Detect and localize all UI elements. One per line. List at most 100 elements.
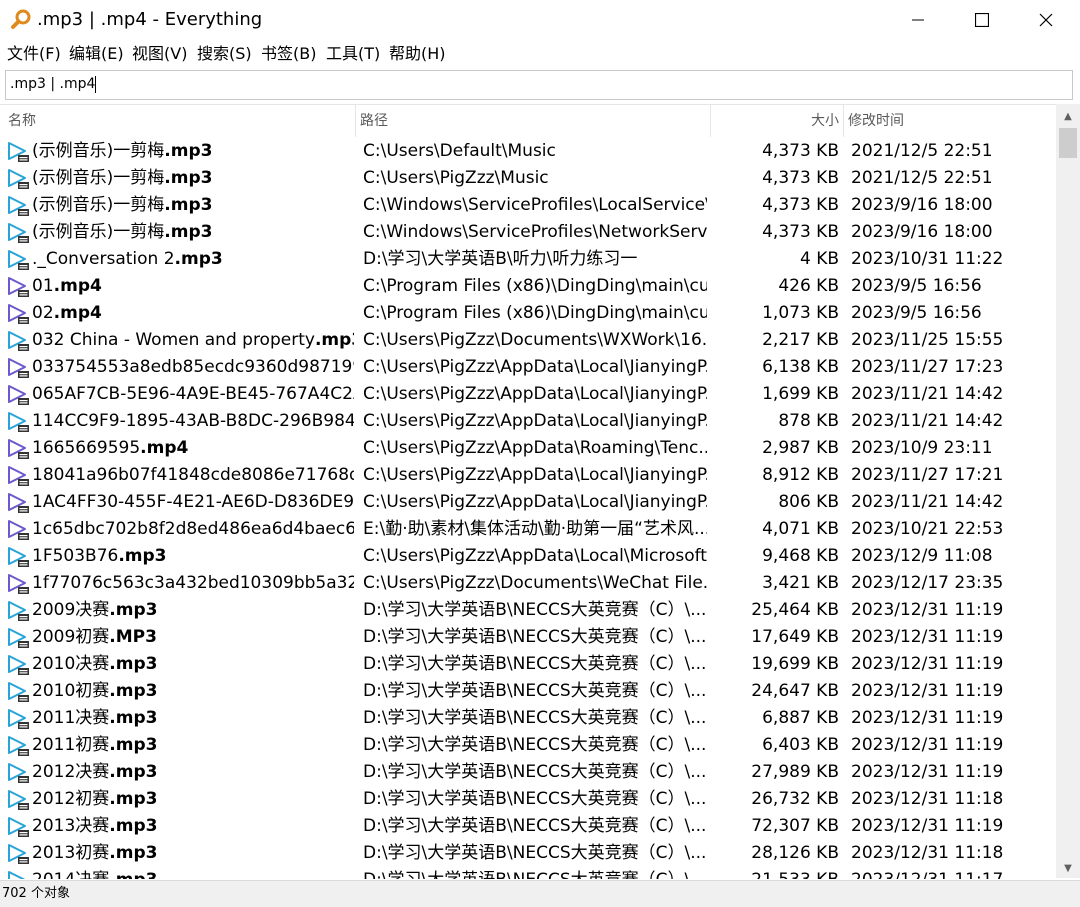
file-name-stem: 2012决赛: [32, 762, 110, 782]
file-extension: .MP3: [109, 627, 157, 647]
file-name-stem: 114CC9F9-1895-43AB-B8DC-296B984...: [32, 411, 354, 431]
table-row[interactable]: 2011初赛.mp3 D:\学习\大学英语B\NECCS大英竞赛（C）\... 6,…: [0, 732, 1056, 759]
table-row[interactable]: (示例音乐)一剪梅.mp3 C:\Users\Default\Music 4,373…: [0, 138, 1056, 165]
file-name: 2010决赛.mp3: [32, 651, 354, 678]
menu-view[interactable]: 视图(V): [132, 43, 187, 65]
table-row[interactable]: 2010决赛.mp3 D:\学习\大学英语B\NECCS大英竞赛（C）\... 19…: [0, 651, 1056, 678]
menu-search[interactable]: 搜索(S): [197, 43, 252, 65]
file-size: 806 KB: [778, 492, 839, 512]
modified-date: 2023/10/21 22:53: [851, 519, 1004, 539]
file-name: 2011初赛.mp3: [32, 732, 354, 759]
file-extension: .mp3: [109, 600, 158, 620]
file-path: D:\学习\大学英语B\听力\听力练习一: [363, 249, 638, 269]
search-box[interactable]: [5, 70, 1073, 100]
table-row[interactable]: 1F503B76.mp3 C:\Users\PigZzz\AppData\Loca…: [0, 543, 1056, 570]
table-row[interactable]: 2013决赛.mp3 D:\学习\大学英语B\NECCS大英竞赛（C）\... 72…: [0, 813, 1056, 840]
file-path: C:\Users\PigZzz\AppData\Local\JianyingP.…: [363, 411, 707, 431]
file-extension: .mp3: [109, 681, 158, 701]
column-path-header[interactable]: 路径: [360, 105, 388, 137]
minimize-button[interactable]: [886, 0, 950, 40]
modified-date: 2023/9/5 16:56: [851, 303, 982, 323]
column-divider[interactable]: [843, 105, 844, 137]
table-row[interactable]: 2014决赛.mp3 D:\学习\大学英语B\NECCS大英竞赛（C）\... 21…: [0, 867, 1056, 879]
file-name-stem: 2013初赛: [32, 843, 110, 863]
table-row[interactable]: 1AC4FF30-455F-4E21-AE6D-D836DE9... C:\Use…: [0, 489, 1056, 516]
column-divider[interactable]: [355, 105, 356, 137]
file-name: 2009决赛.mp3: [32, 597, 354, 624]
table-row[interactable]: (示例音乐)一剪梅.mp3 C:\Users\PigZzz\Music 4,373 …: [0, 165, 1056, 192]
close-icon: [1039, 13, 1053, 27]
table-row[interactable]: 065AF7CB-5E96-4A9E-BE45-767A4C2A... C:\Us…: [0, 381, 1056, 408]
file-extension: .mp3: [164, 141, 213, 161]
table-row[interactable]: 1665669595.mp4 C:\Users\PigZzz\AppData\Ro…: [0, 435, 1056, 462]
table-row[interactable]: 02.mp4 C:\Program Files (x86)\DingDing\ma…: [0, 300, 1056, 327]
file-name-stem: 1665669595: [32, 438, 141, 458]
table-row[interactable]: 18041a96b07f41848cde8086e71768d2... C:\Us…: [0, 462, 1056, 489]
modified-date: 2023/9/5 16:56: [851, 276, 982, 296]
file-size: 4,071 KB: [762, 519, 839, 539]
file-size: 3,421 KB: [762, 573, 839, 593]
modified-date: 2021/12/5 22:51: [851, 141, 993, 161]
table-row[interactable]: 2012初赛.mp3 D:\学习\大学英语B\NECCS大英竞赛（C）\... 26…: [0, 786, 1056, 813]
file-name: 1c65dbc702b8f2d8ed486ea6d4baec6a...: [32, 516, 354, 543]
table-row[interactable]: 033754553a8edb85ecdc9360d987199... C:\Use…: [0, 354, 1056, 381]
file-name-stem: 2012初赛: [32, 789, 110, 809]
table-row[interactable]: (示例音乐)一剪梅.mp3 C:\Windows\ServiceProfiles\…: [0, 219, 1056, 246]
table-row[interactable]: 2010初赛.mp3 D:\学习\大学英语B\NECCS大英竞赛（C）\... 24…: [0, 678, 1056, 705]
table-row[interactable]: 2012决赛.mp3 D:\学习\大学英语B\NECCS大英竞赛（C）\... 27…: [0, 759, 1056, 786]
file-name: 1665669595.mp4: [32, 435, 354, 462]
table-row[interactable]: (示例音乐)一剪梅.mp3 C:\Windows\ServiceProfiles\…: [0, 192, 1056, 219]
file-extension: .mp3: [118, 546, 167, 566]
column-date-header[interactable]: 修改时间: [848, 105, 904, 137]
video-file-icon: [8, 385, 29, 405]
vertical-scrollbar[interactable]: ▲ ▼: [1056, 104, 1080, 878]
table-row[interactable]: 2009初赛.MP3 D:\学习\大学英语B\NECCS大英竞赛（C）\... 17…: [0, 624, 1056, 651]
table-row[interactable]: 1f77076c563c3a432bed10309bb5a32f... C:\Us…: [0, 570, 1056, 597]
file-size: 9,468 KB: [762, 546, 839, 566]
file-extension: .mp3: [109, 789, 158, 809]
column-name-header[interactable]: 名称: [8, 105, 36, 137]
file-name: 18041a96b07f41848cde8086e71768d2...: [32, 462, 354, 489]
menu-tools[interactable]: 工具(T): [326, 43, 380, 65]
file-name: 2010初赛.mp3: [32, 678, 354, 705]
table-row[interactable]: 2013初赛.mp3 D:\学习\大学英语B\NECCS大英竞赛（C）\... 28…: [0, 840, 1056, 867]
menu-file[interactable]: 文件(F): [7, 43, 61, 65]
menu-help[interactable]: 帮助(H): [389, 43, 446, 65]
table-row[interactable]: 2009决赛.mp3 D:\学习\大学英语B\NECCS大英竞赛（C）\... 25…: [0, 597, 1056, 624]
file-size: 28,126 KB: [751, 843, 839, 863]
maximize-button[interactable]: [950, 0, 1014, 40]
table-row[interactable]: 1c65dbc702b8f2d8ed486ea6d4baec6a... E:\勤·…: [0, 516, 1056, 543]
file-path: D:\学习\大学英语B\NECCS大英竞赛（C）\...: [363, 762, 707, 782]
audio-file-icon: [8, 871, 26, 879]
file-name: 1f77076c563c3a432bed10309bb5a32f...: [32, 570, 354, 597]
close-button[interactable]: [1014, 0, 1078, 40]
file-name: 2014决赛.mp3: [32, 867, 354, 879]
audio-file-icon: [8, 223, 29, 243]
table-row[interactable]: 01.mp4 C:\Program Files (x86)\DingDing\ma…: [0, 273, 1056, 300]
file-size: 6,887 KB: [762, 708, 839, 728]
table-row[interactable]: 032 China - Women and property.mp3 C:\Use…: [0, 327, 1056, 354]
file-name-stem: (示例音乐)一剪梅: [32, 222, 165, 242]
modified-date: 2023/11/21 14:42: [851, 411, 1004, 431]
file-size: 8,912 KB: [762, 465, 839, 485]
column-size-header[interactable]: 大小: [711, 105, 839, 137]
menu-bookmarks[interactable]: 书签(B): [261, 43, 316, 65]
file-name-stem: 033754553a8edb85ecdc9360d987199...: [32, 357, 354, 377]
scroll-thumb[interactable]: [1059, 128, 1077, 158]
table-row[interactable]: ._Conversation 2.mp3 D:\学习\大学英语B\听力\听力练习一…: [0, 246, 1056, 273]
search-input[interactable]: [6, 71, 1060, 97]
scroll-up-arrow-icon[interactable]: ▲: [1056, 106, 1080, 126]
menu-edit[interactable]: 编辑(E): [69, 43, 124, 65]
table-row[interactable]: 2011决赛.mp3 D:\学习\大学英语B\NECCS大英竞赛（C）\... 6,…: [0, 705, 1056, 732]
file-name-stem: 1AC4FF30-455F-4E21-AE6D-D836DE9...: [32, 492, 354, 512]
file-extension: .mp4: [53, 303, 102, 323]
table-row[interactable]: 114CC9F9-1895-43AB-B8DC-296B984... C:\Use…: [0, 408, 1056, 435]
file-name-stem: 2010决赛: [32, 654, 110, 674]
file-name: 1AC4FF30-455F-4E21-AE6D-D836DE9...: [32, 489, 354, 516]
file-size: 1,073 KB: [762, 303, 839, 323]
file-extension: .mp3: [109, 762, 158, 782]
audio-file-icon: [8, 196, 29, 216]
scroll-down-arrow-icon[interactable]: ▼: [1056, 858, 1080, 878]
modified-date: 2023/11/21 14:42: [851, 384, 1004, 404]
audio-file-icon: [8, 763, 29, 783]
